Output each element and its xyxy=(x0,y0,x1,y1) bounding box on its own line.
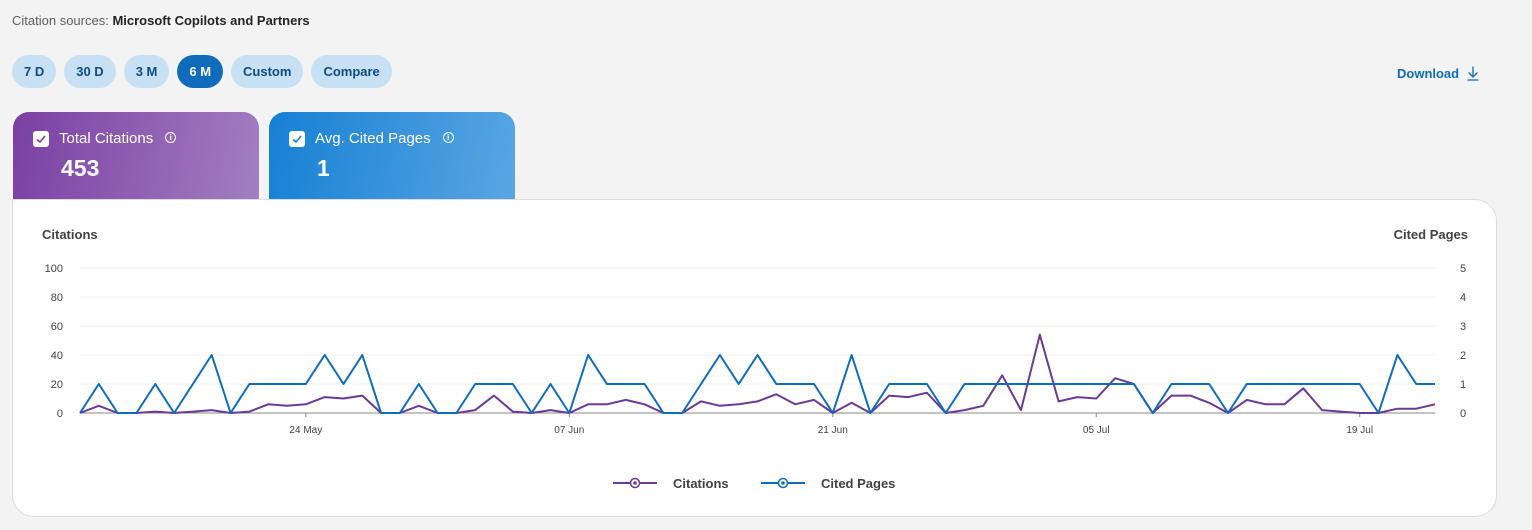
y-left-tick-label: 60 xyxy=(51,321,63,333)
y-right-tick-label: 0 xyxy=(1460,408,1466,420)
checkmark-icon xyxy=(36,134,46,143)
y-right-tick-label: 5 xyxy=(1460,263,1466,275)
avg-cited-pages-label: Avg. Cited Pages xyxy=(315,130,431,147)
range-6m-button[interactable]: 6 M xyxy=(177,55,224,88)
citation-sources-value: Microsoft Copilots and Partners xyxy=(112,13,310,28)
citation-sources-label: Citation sources: xyxy=(12,13,109,28)
y-right-tick-label: 1 xyxy=(1460,379,1466,391)
legend-marker-dot xyxy=(781,481,785,485)
y-left-tick-label: 20 xyxy=(51,379,63,391)
legend-label: Citations xyxy=(673,476,729,491)
range-3m-button[interactable]: 3 M xyxy=(123,55,170,88)
x-tick-label: 19 Jul xyxy=(1346,425,1373,436)
download-button[interactable]: Download xyxy=(1397,66,1479,81)
total-citations-card[interactable]: Total Citations i 453 xyxy=(13,112,259,212)
x-tick-label: 07 Jun xyxy=(554,425,584,436)
y-right-tick-label: 4 xyxy=(1460,292,1466,304)
avg-cited-pages-card[interactable]: Avg. Cited Pages i 1 xyxy=(269,112,515,212)
y-right-tick-label: 2 xyxy=(1460,350,1466,362)
avg-cited-pages-checkbox[interactable] xyxy=(289,130,305,147)
chart-panel: Citations Cited Pages 0 20 40 60 80 100 0 1 2 3 4 5… xyxy=(12,199,1497,517)
x-tick-label: 21 Jun xyxy=(818,425,848,436)
x-tick-label: 05 Jul xyxy=(1083,425,1110,436)
download-arrow-icon xyxy=(1467,66,1479,81)
y-left-tick-label: 0 xyxy=(57,408,63,420)
y-left-tick-label: 100 xyxy=(45,263,63,275)
y-right-tick-label: 3 xyxy=(1460,321,1466,333)
avg-cited-pages-value: 1 xyxy=(317,155,330,181)
x-tick-label: 24 May xyxy=(289,425,322,436)
citations-series-line xyxy=(79,333,1436,414)
y-left-tick-label: 80 xyxy=(51,292,63,304)
range-compare-button[interactable]: Compare xyxy=(311,55,392,88)
download-label: Download xyxy=(1397,66,1460,81)
range-7d-button[interactable]: 7 D xyxy=(12,55,57,88)
total-citations-value: 453 xyxy=(61,155,100,181)
legend-label: Cited Pages xyxy=(821,476,895,491)
date-range-selector: 7 D 30 D 3 M 6 M Custom Compare xyxy=(12,55,392,88)
citation-sources-line: Citation sources: Microsoft Copilots and… xyxy=(12,13,310,28)
range-custom-button[interactable]: Custom xyxy=(231,55,304,88)
left-axis-title: Citations xyxy=(42,227,98,242)
info-icon[interactable]: i xyxy=(165,131,177,143)
checkmark-icon xyxy=(292,134,302,143)
total-citations-label: Total Citations xyxy=(59,130,154,147)
legend-marker-dot xyxy=(633,481,637,485)
right-axis-title: Cited Pages xyxy=(1394,227,1468,242)
citations-line-chart: Citations Cited Pages 0 20 40 60 80 100 0 1 2 3 4 5… xyxy=(42,227,1468,491)
y-left-tick-label: 40 xyxy=(51,350,63,362)
info-icon[interactable]: i xyxy=(442,131,454,143)
range-30d-button[interactable]: 30 D xyxy=(64,55,116,88)
total-citations-checkbox[interactable] xyxy=(33,130,49,147)
